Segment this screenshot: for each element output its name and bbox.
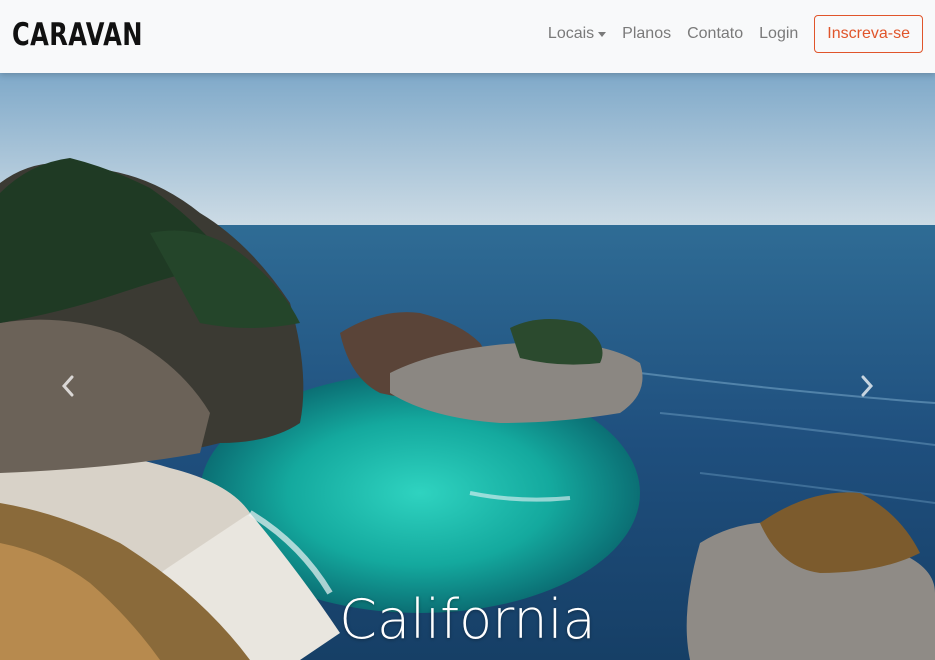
hero-carousel: California xyxy=(0,73,935,660)
carousel-caption: California xyxy=(339,588,596,651)
nav-link-label: Locais xyxy=(547,25,595,42)
nav-link-contato[interactable]: Contato xyxy=(687,25,743,43)
nav-links: Locais Planos Contato Login Inscreva-se xyxy=(532,15,923,53)
navbar: CARAVAN Locais Planos Contato Login Insc… xyxy=(0,0,935,73)
nav-link-planos[interactable]: Planos xyxy=(622,25,671,43)
chevron-left-icon xyxy=(61,375,74,397)
carousel-next-button[interactable] xyxy=(847,361,887,411)
brand-logo[interactable]: CARAVAN xyxy=(12,15,143,55)
chevron-right-icon xyxy=(861,375,874,397)
signup-button[interactable]: Inscreva-se xyxy=(814,15,923,53)
carousel-prev-button[interactable] xyxy=(48,361,88,411)
nav-link-locais[interactable]: Locais xyxy=(547,25,607,43)
nav-link-login[interactable]: Login xyxy=(759,25,798,43)
coastline-image xyxy=(0,73,935,660)
caret-down-icon xyxy=(598,31,607,37)
